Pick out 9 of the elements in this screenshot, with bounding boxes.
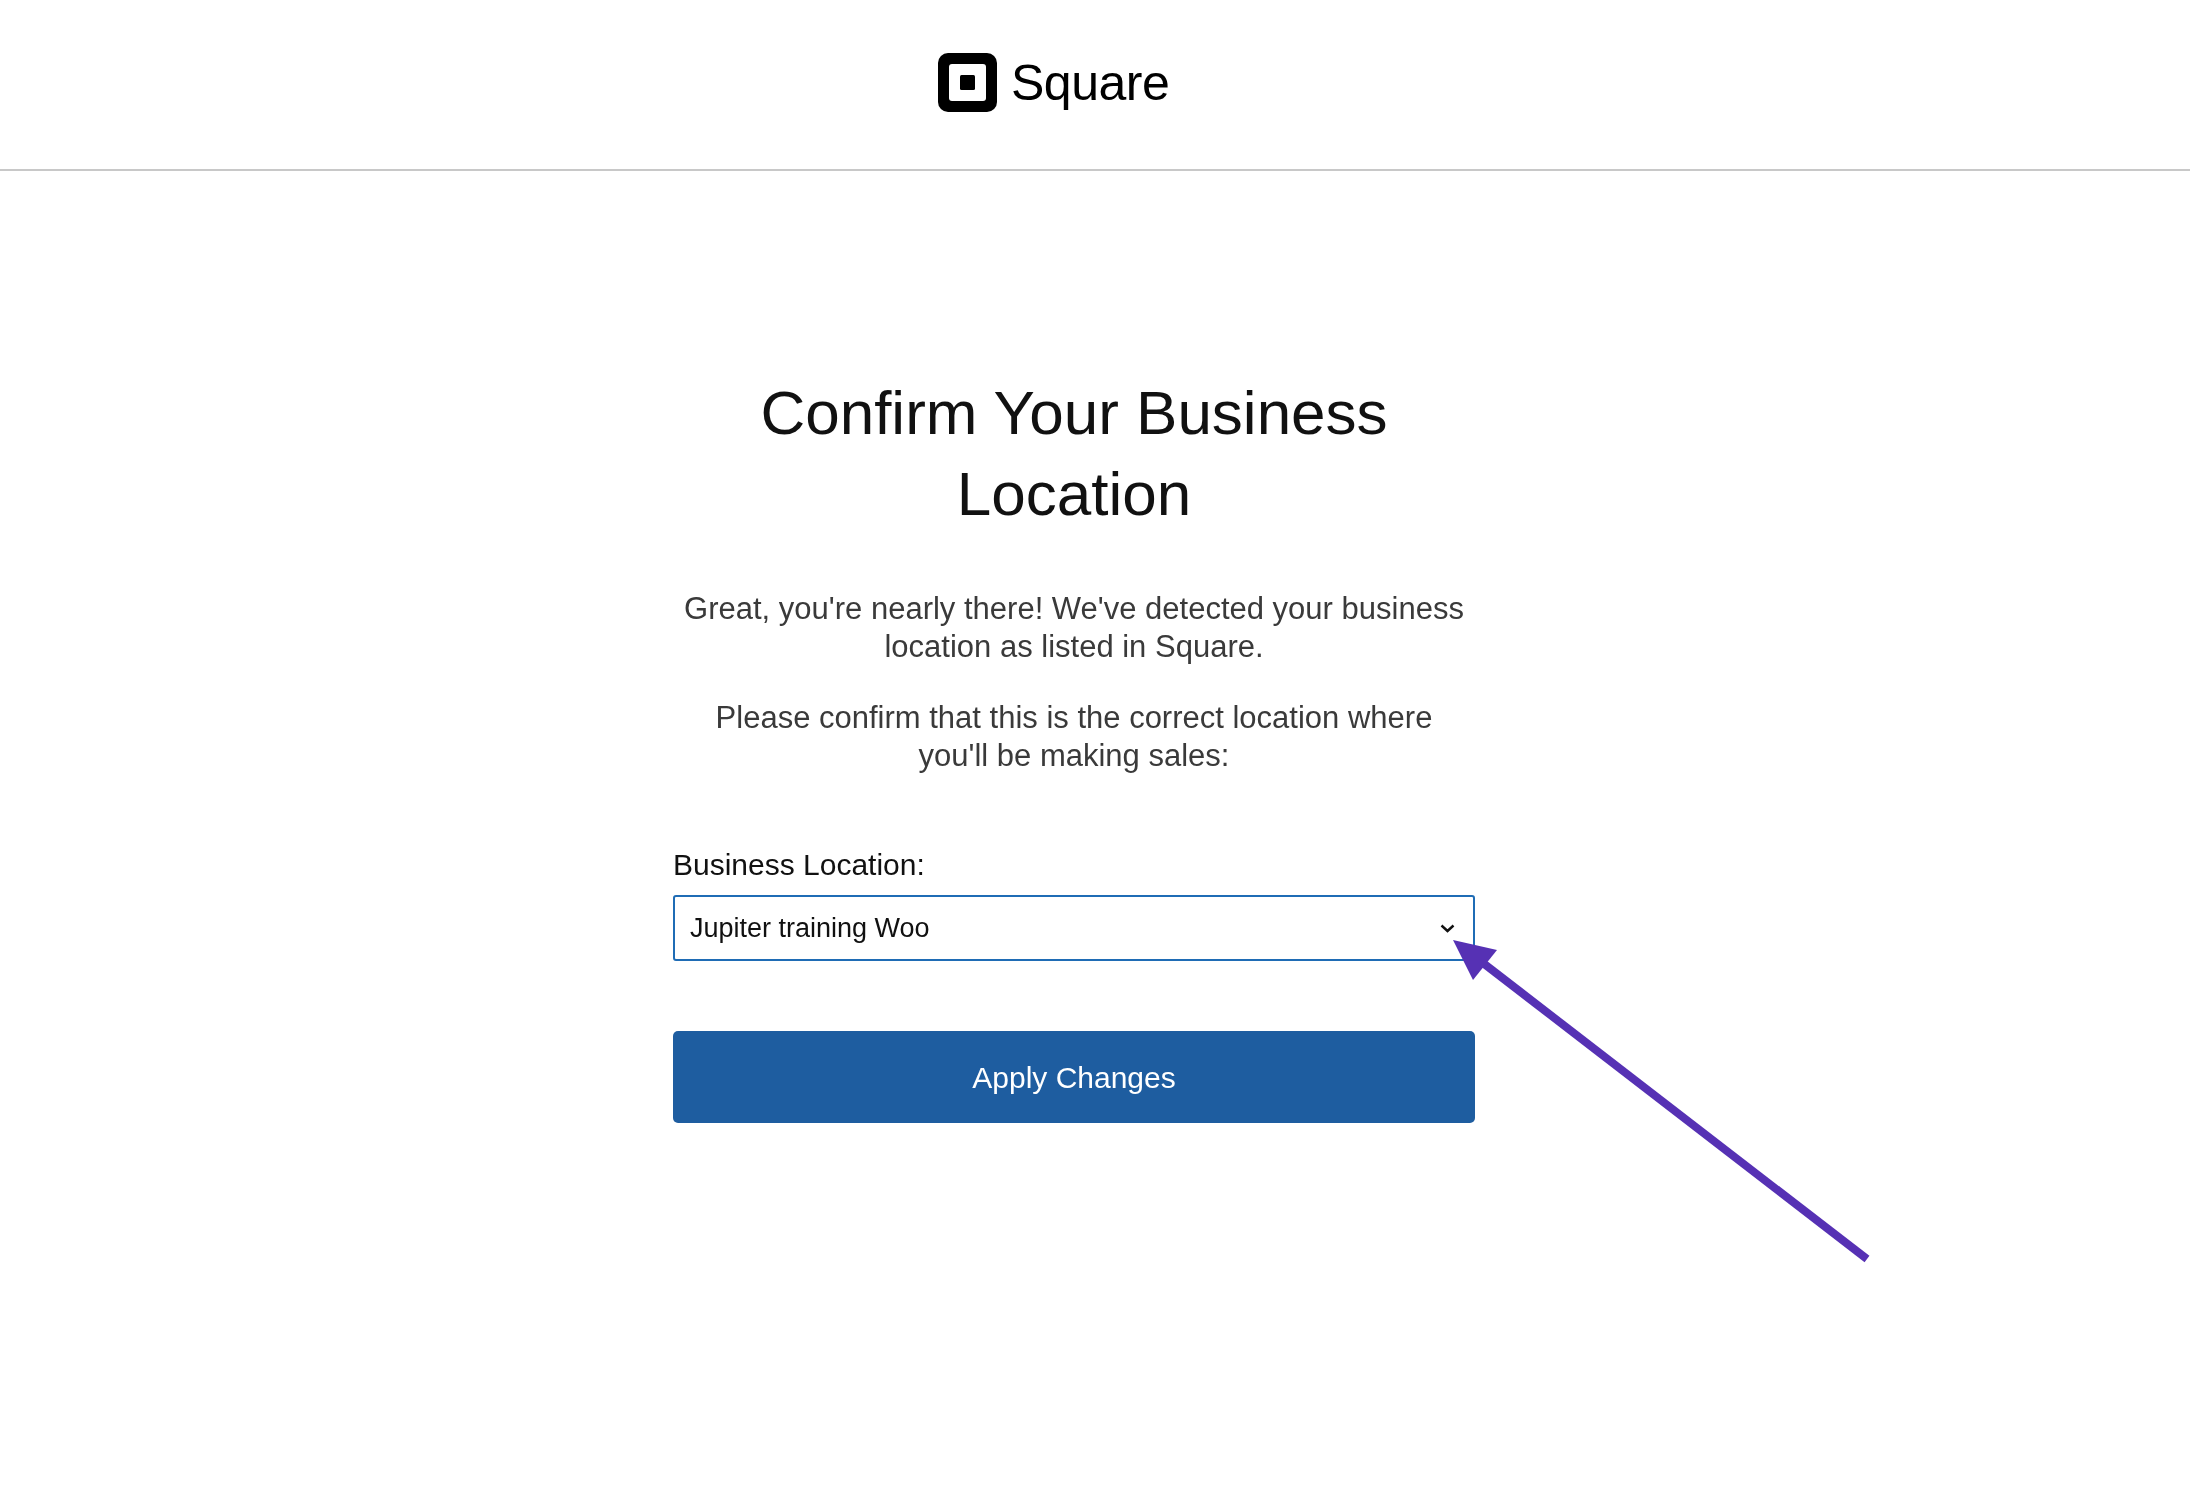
description-text: Great, you're nearly there! We've detected your business location as listed in Square. bbox=[683, 590, 1465, 666]
apply-changes-button[interactable]: Apply Changes bbox=[673, 1031, 1475, 1123]
logo-icon bbox=[938, 53, 997, 112]
chevron-down-icon bbox=[1440, 923, 1455, 933]
page-title: Confirm Your Business Location bbox=[759, 377, 1389, 530]
logo-text: Square bbox=[1011, 57, 1170, 108]
field-label: Business Location: bbox=[673, 847, 925, 883]
location-select[interactable]: Jupiter training Woo bbox=[673, 895, 1475, 961]
description-text: Please confirm that this is the correct location where you'll be making sales: bbox=[714, 699, 1434, 775]
